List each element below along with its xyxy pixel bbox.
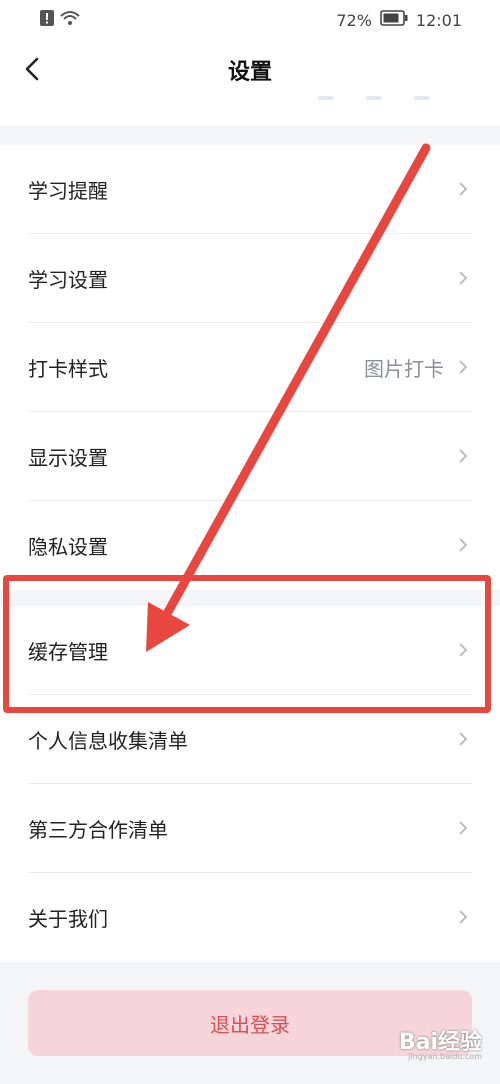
chevron-right-icon <box>459 910 468 924</box>
battery-icon <box>380 10 408 30</box>
nav-bar: 设置 <box>0 40 500 126</box>
row-value: 图片打卡 <box>364 357 444 381</box>
status-bar: 72% 12:01 <box>0 0 500 40</box>
row-label: 学习提醒 <box>28 179 108 203</box>
settings-row-personal-info[interactable]: 个人信息收集清单 <box>0 695 500 784</box>
settings-row-cache[interactable]: 缓存管理 <box>0 606 500 695</box>
row-label: 关于我们 <box>28 907 108 931</box>
scroll-fade <box>318 96 430 100</box>
row-label: 个人信息收集清单 <box>28 729 188 753</box>
row-label: 第三方合作清单 <box>28 818 168 842</box>
settings-row-study-settings[interactable]: 学习设置 <box>0 234 500 323</box>
settings-row-about[interactable]: 关于我们 <box>0 873 500 962</box>
chevron-right-icon <box>459 643 468 657</box>
row-label: 显示设置 <box>28 446 108 470</box>
row-label: 隐私设置 <box>28 535 108 559</box>
chevron-right-icon <box>459 821 468 835</box>
settings-row-checkin-style[interactable]: 打卡样式 图片打卡 <box>0 323 500 412</box>
chevron-right-icon <box>459 360 468 374</box>
settings-row-third-party[interactable]: 第三方合作清单 <box>0 784 500 873</box>
sim-alert-icon <box>40 10 54 30</box>
wifi-icon <box>60 10 80 30</box>
watermark-url: jingyan.baidu.com <box>408 1052 482 1061</box>
chevron-right-icon <box>459 271 468 285</box>
settings-row-privacy[interactable]: 隐私设置 <box>0 501 500 590</box>
row-label: 打卡样式 <box>28 357 108 381</box>
chevron-right-icon <box>459 732 468 746</box>
chevron-right-icon <box>459 449 468 463</box>
settings-row-display[interactable]: 显示设置 <box>0 412 500 501</box>
battery-percent: 72% <box>336 10 372 30</box>
settings-row-study-reminder[interactable]: 学习提醒 <box>0 145 500 234</box>
page-title: 设置 <box>227 60 272 85</box>
row-label: 缓存管理 <box>28 640 108 664</box>
settings-group-2: 缓存管理 个人信息收集清单 第三方合作清单 关于我们 <box>0 606 500 962</box>
settings-group-1: 学习提醒 学习设置 打卡样式 图片打卡 显示设置 隐私设置 <box>0 145 500 590</box>
clock: 12:01 <box>415 10 462 30</box>
chevron-right-icon <box>459 538 468 552</box>
chevron-right-icon <box>459 182 468 196</box>
watermark: Bai经验 jingyan.baidu.com <box>399 1024 482 1061</box>
row-label: 学习设置 <box>28 268 108 292</box>
